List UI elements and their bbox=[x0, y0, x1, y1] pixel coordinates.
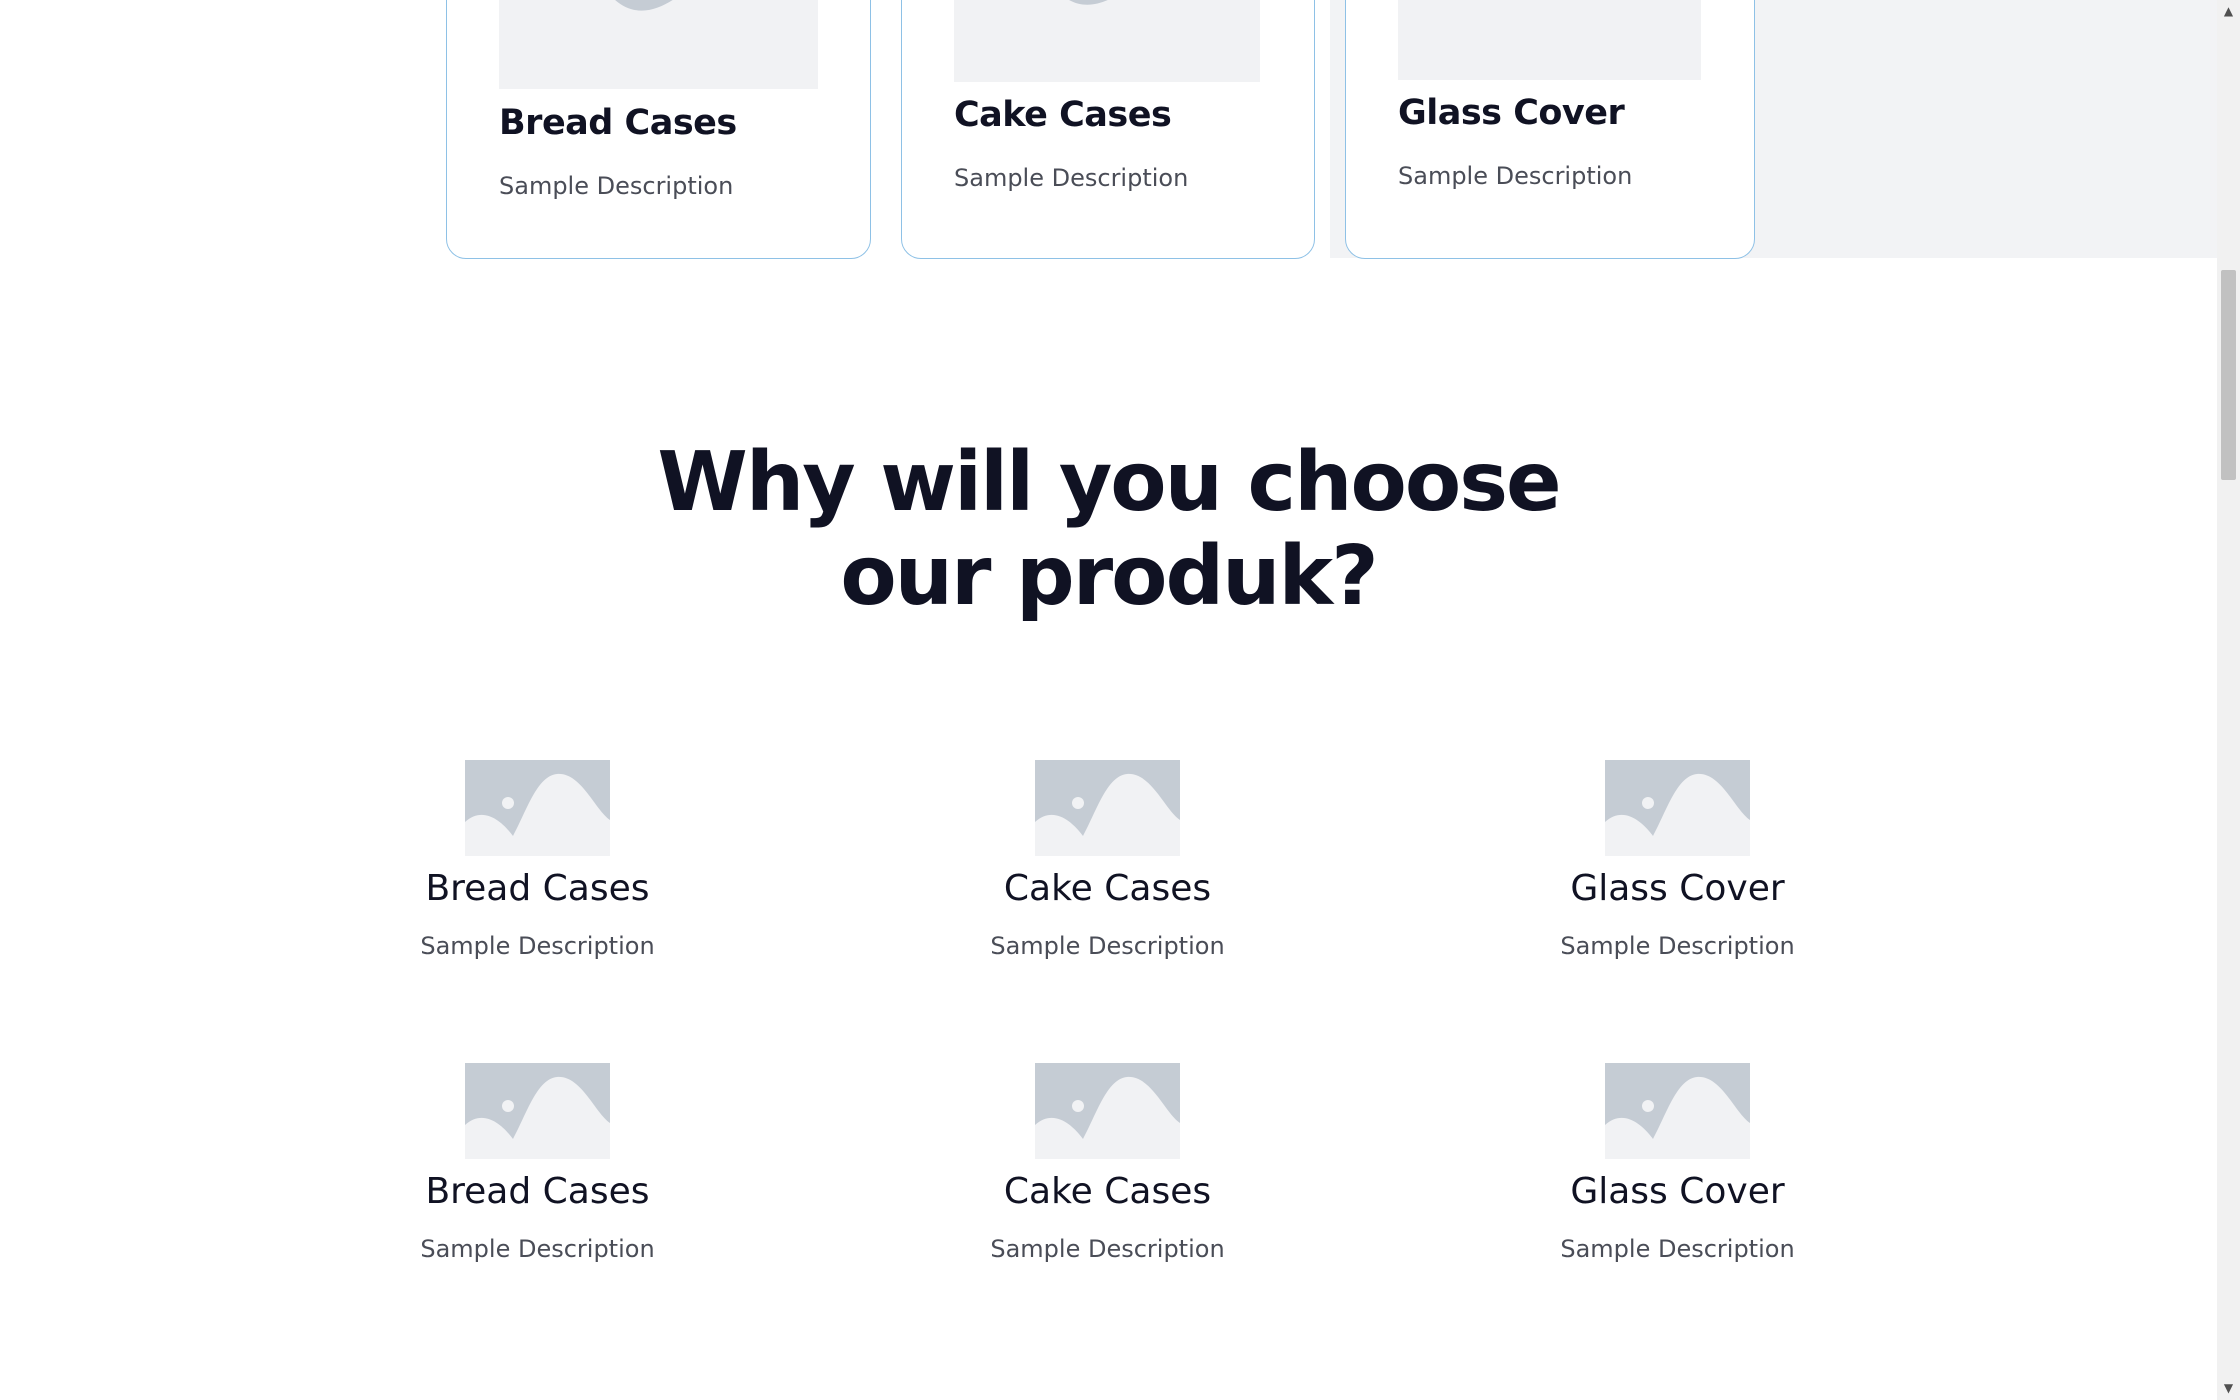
feature-title: Glass Cover bbox=[1570, 868, 1785, 909]
feature-description: Sample Description bbox=[990, 1235, 1225, 1263]
feature-item-cake-cases: Cake Cases Sample Description bbox=[875, 760, 1340, 1000]
feature-item-glass-cover: Glass Cover Sample Description bbox=[1445, 1063, 1910, 1303]
scroll-up-arrow-icon[interactable]: ▲ bbox=[2217, 0, 2240, 23]
product-cards-strip: Bread Cases Sample Description Cake Case… bbox=[0, 0, 2217, 260]
card-description: Sample Description bbox=[1398, 162, 1633, 190]
feature-description: Sample Description bbox=[420, 932, 655, 960]
feature-item-bread-cases: Bread Cases Sample Description bbox=[305, 1063, 770, 1303]
feature-description: Sample Description bbox=[1560, 932, 1795, 960]
image-placeholder-icon bbox=[1605, 760, 1750, 856]
feature-title: Bread Cases bbox=[425, 868, 650, 909]
image-placeholder-icon bbox=[499, 0, 818, 89]
section-title: Why will you choose our produk? bbox=[0, 436, 2217, 624]
feature-description: Sample Description bbox=[990, 932, 1225, 960]
product-card-glass-cover[interactable]: Glass Cover Sample Description bbox=[1345, 0, 1755, 259]
feature-item-glass-cover: Glass Cover Sample Description bbox=[1445, 760, 1910, 1000]
scroll-down-arrow-icon[interactable]: ▼ bbox=[2217, 1377, 2240, 1400]
card-description: Sample Description bbox=[499, 172, 734, 200]
section-title-line-2: our produk? bbox=[840, 529, 1378, 624]
scrollbar-thumb[interactable] bbox=[2221, 270, 2236, 480]
image-placeholder-icon bbox=[465, 760, 610, 856]
image-placeholder-icon bbox=[1035, 760, 1180, 856]
feature-title: Cake Cases bbox=[1003, 1171, 1212, 1212]
feature-item-bread-cases: Bread Cases Sample Description bbox=[305, 760, 770, 1000]
feature-description: Sample Description bbox=[420, 1235, 655, 1263]
image-placeholder-icon bbox=[1398, 0, 1701, 80]
product-card-cake-cases[interactable]: Cake Cases Sample Description bbox=[901, 0, 1315, 259]
feature-title: Bread Cases bbox=[425, 1171, 650, 1212]
card-title: Cake Cases bbox=[954, 95, 1172, 135]
image-placeholder-icon bbox=[1035, 1063, 1180, 1159]
section-title-line-1: Why will you choose bbox=[657, 435, 1561, 530]
feature-title: Cake Cases bbox=[1003, 868, 1212, 909]
card-title: Bread Cases bbox=[499, 103, 737, 143]
feature-item-cake-cases: Cake Cases Sample Description bbox=[875, 1063, 1340, 1303]
feature-description: Sample Description bbox=[1560, 1235, 1795, 1263]
card-description: Sample Description bbox=[954, 164, 1189, 192]
image-placeholder-icon bbox=[954, 0, 1260, 82]
feature-title: Glass Cover bbox=[1570, 1171, 1785, 1212]
vertical-scrollbar[interactable]: ▲ ▼ bbox=[2217, 0, 2240, 1400]
card-title: Glass Cover bbox=[1398, 93, 1625, 133]
product-card-bread-cases[interactable]: Bread Cases Sample Description bbox=[446, 0, 871, 259]
image-placeholder-icon bbox=[465, 1063, 610, 1159]
image-placeholder-icon bbox=[1605, 1063, 1750, 1159]
